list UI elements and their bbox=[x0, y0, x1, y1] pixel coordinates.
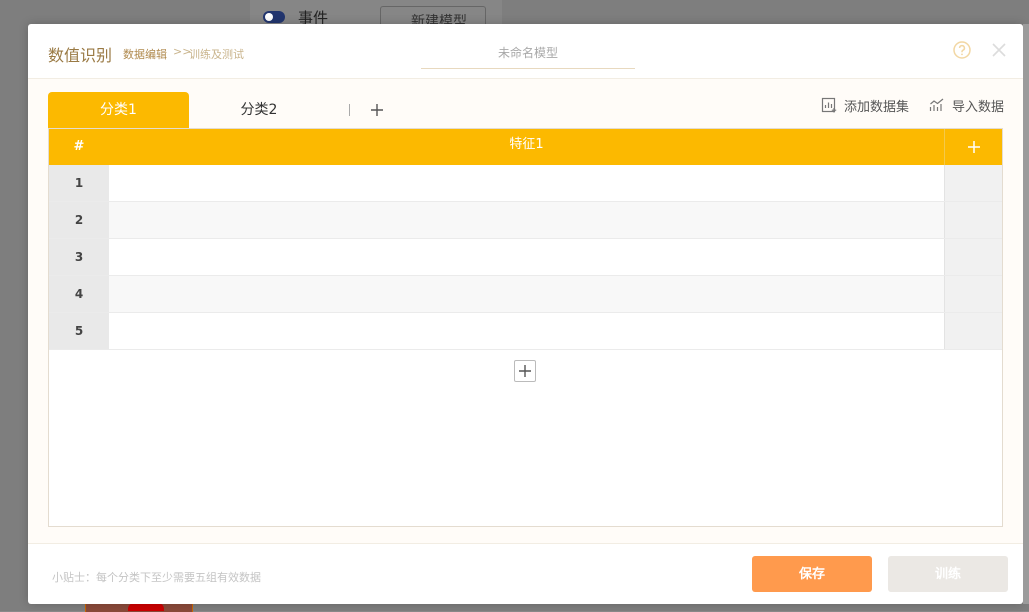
close-icon[interactable] bbox=[990, 41, 1008, 59]
header-feature-1[interactable]: 特征1 bbox=[109, 129, 944, 165]
page-scrollbar[interactable] bbox=[1023, 24, 1029, 604]
table-row: 5 bbox=[49, 313, 1002, 350]
row-index: 4 bbox=[49, 276, 109, 312]
import-data-label: 导入数据 bbox=[951, 99, 1004, 115]
feature-cell-input[interactable] bbox=[109, 165, 944, 201]
row-side-cell bbox=[944, 165, 1002, 201]
save-button[interactable]: 保存 bbox=[752, 556, 872, 592]
feature-cell-input[interactable] bbox=[109, 239, 944, 275]
help-circle-icon[interactable] bbox=[953, 41, 971, 59]
row-side-cell bbox=[944, 276, 1002, 312]
add-dataset-label: 添加数据集 bbox=[843, 99, 909, 115]
table-row: 4 bbox=[49, 276, 1002, 313]
tab-category-1[interactable]: 分类1 bbox=[48, 92, 189, 128]
feature-cell-input[interactable] bbox=[109, 202, 944, 238]
new-model-button: 新建模型 bbox=[380, 6, 486, 30]
dialog-footer: 小贴士：每个分类下至少需要五组有效数据 保存 训练 bbox=[28, 543, 1023, 605]
dialog-title: 数值识别 bbox=[48, 46, 113, 65]
tab-category-2[interactable]: 分类2 bbox=[189, 92, 329, 128]
row-index: 1 bbox=[49, 165, 109, 201]
table-row: 2 bbox=[49, 202, 1002, 239]
dataset-chart-icon bbox=[821, 97, 837, 113]
row-side-cell bbox=[944, 239, 1002, 275]
event-toggle bbox=[263, 11, 285, 23]
add-feature-button[interactable] bbox=[944, 129, 1003, 165]
model-name-input[interactable] bbox=[421, 38, 635, 69]
dialog-header: 数值识别 数据编辑 >> 训练及测试 bbox=[28, 24, 1023, 79]
tip-text: 小贴士：每个分类下至少需要五组有效数据 bbox=[52, 571, 261, 584]
breadcrumb-current: 数据编辑 bbox=[123, 48, 167, 61]
plus-icon bbox=[968, 141, 980, 153]
data-table: # 特征1 1 2 3 4 5 bbox=[48, 128, 1003, 527]
plus-icon bbox=[519, 365, 531, 377]
numeric-recognition-dialog: 数值识别 数据编辑 >> 训练及测试 分类1 分类2 bbox=[28, 24, 1023, 604]
add-row-button[interactable] bbox=[514, 360, 536, 382]
table-row: 1 bbox=[49, 165, 1002, 202]
table-row: 3 bbox=[49, 239, 1002, 276]
row-index: 5 bbox=[49, 313, 109, 349]
import-trend-icon bbox=[929, 98, 944, 111]
feature-cell-input[interactable] bbox=[109, 276, 944, 312]
add-category-icon[interactable] bbox=[365, 98, 389, 122]
header-index: # bbox=[73, 139, 85, 154]
row-index: 3 bbox=[49, 239, 109, 275]
row-side-cell bbox=[944, 313, 1002, 349]
feature-cell-input[interactable] bbox=[109, 313, 944, 349]
row-index: 2 bbox=[49, 202, 109, 238]
add-dataset-button[interactable]: 添加数据集 bbox=[821, 95, 909, 115]
data-actions: 添加数据集 导入数据 bbox=[821, 95, 1004, 115]
breadcrumb-next[interactable]: 训练及测试 bbox=[189, 46, 244, 62]
table-header: # 特征1 bbox=[49, 129, 1002, 165]
tab-divider bbox=[349, 104, 350, 116]
dialog-body: 分类1 分类2 添加数据集 导入数据 # 特征1 1 2 3 4 5 bbox=[28, 79, 1023, 543]
train-button[interactable]: 训练 bbox=[888, 556, 1008, 592]
row-side-cell bbox=[944, 202, 1002, 238]
import-data-button[interactable]: 导入数据 bbox=[929, 95, 1004, 115]
